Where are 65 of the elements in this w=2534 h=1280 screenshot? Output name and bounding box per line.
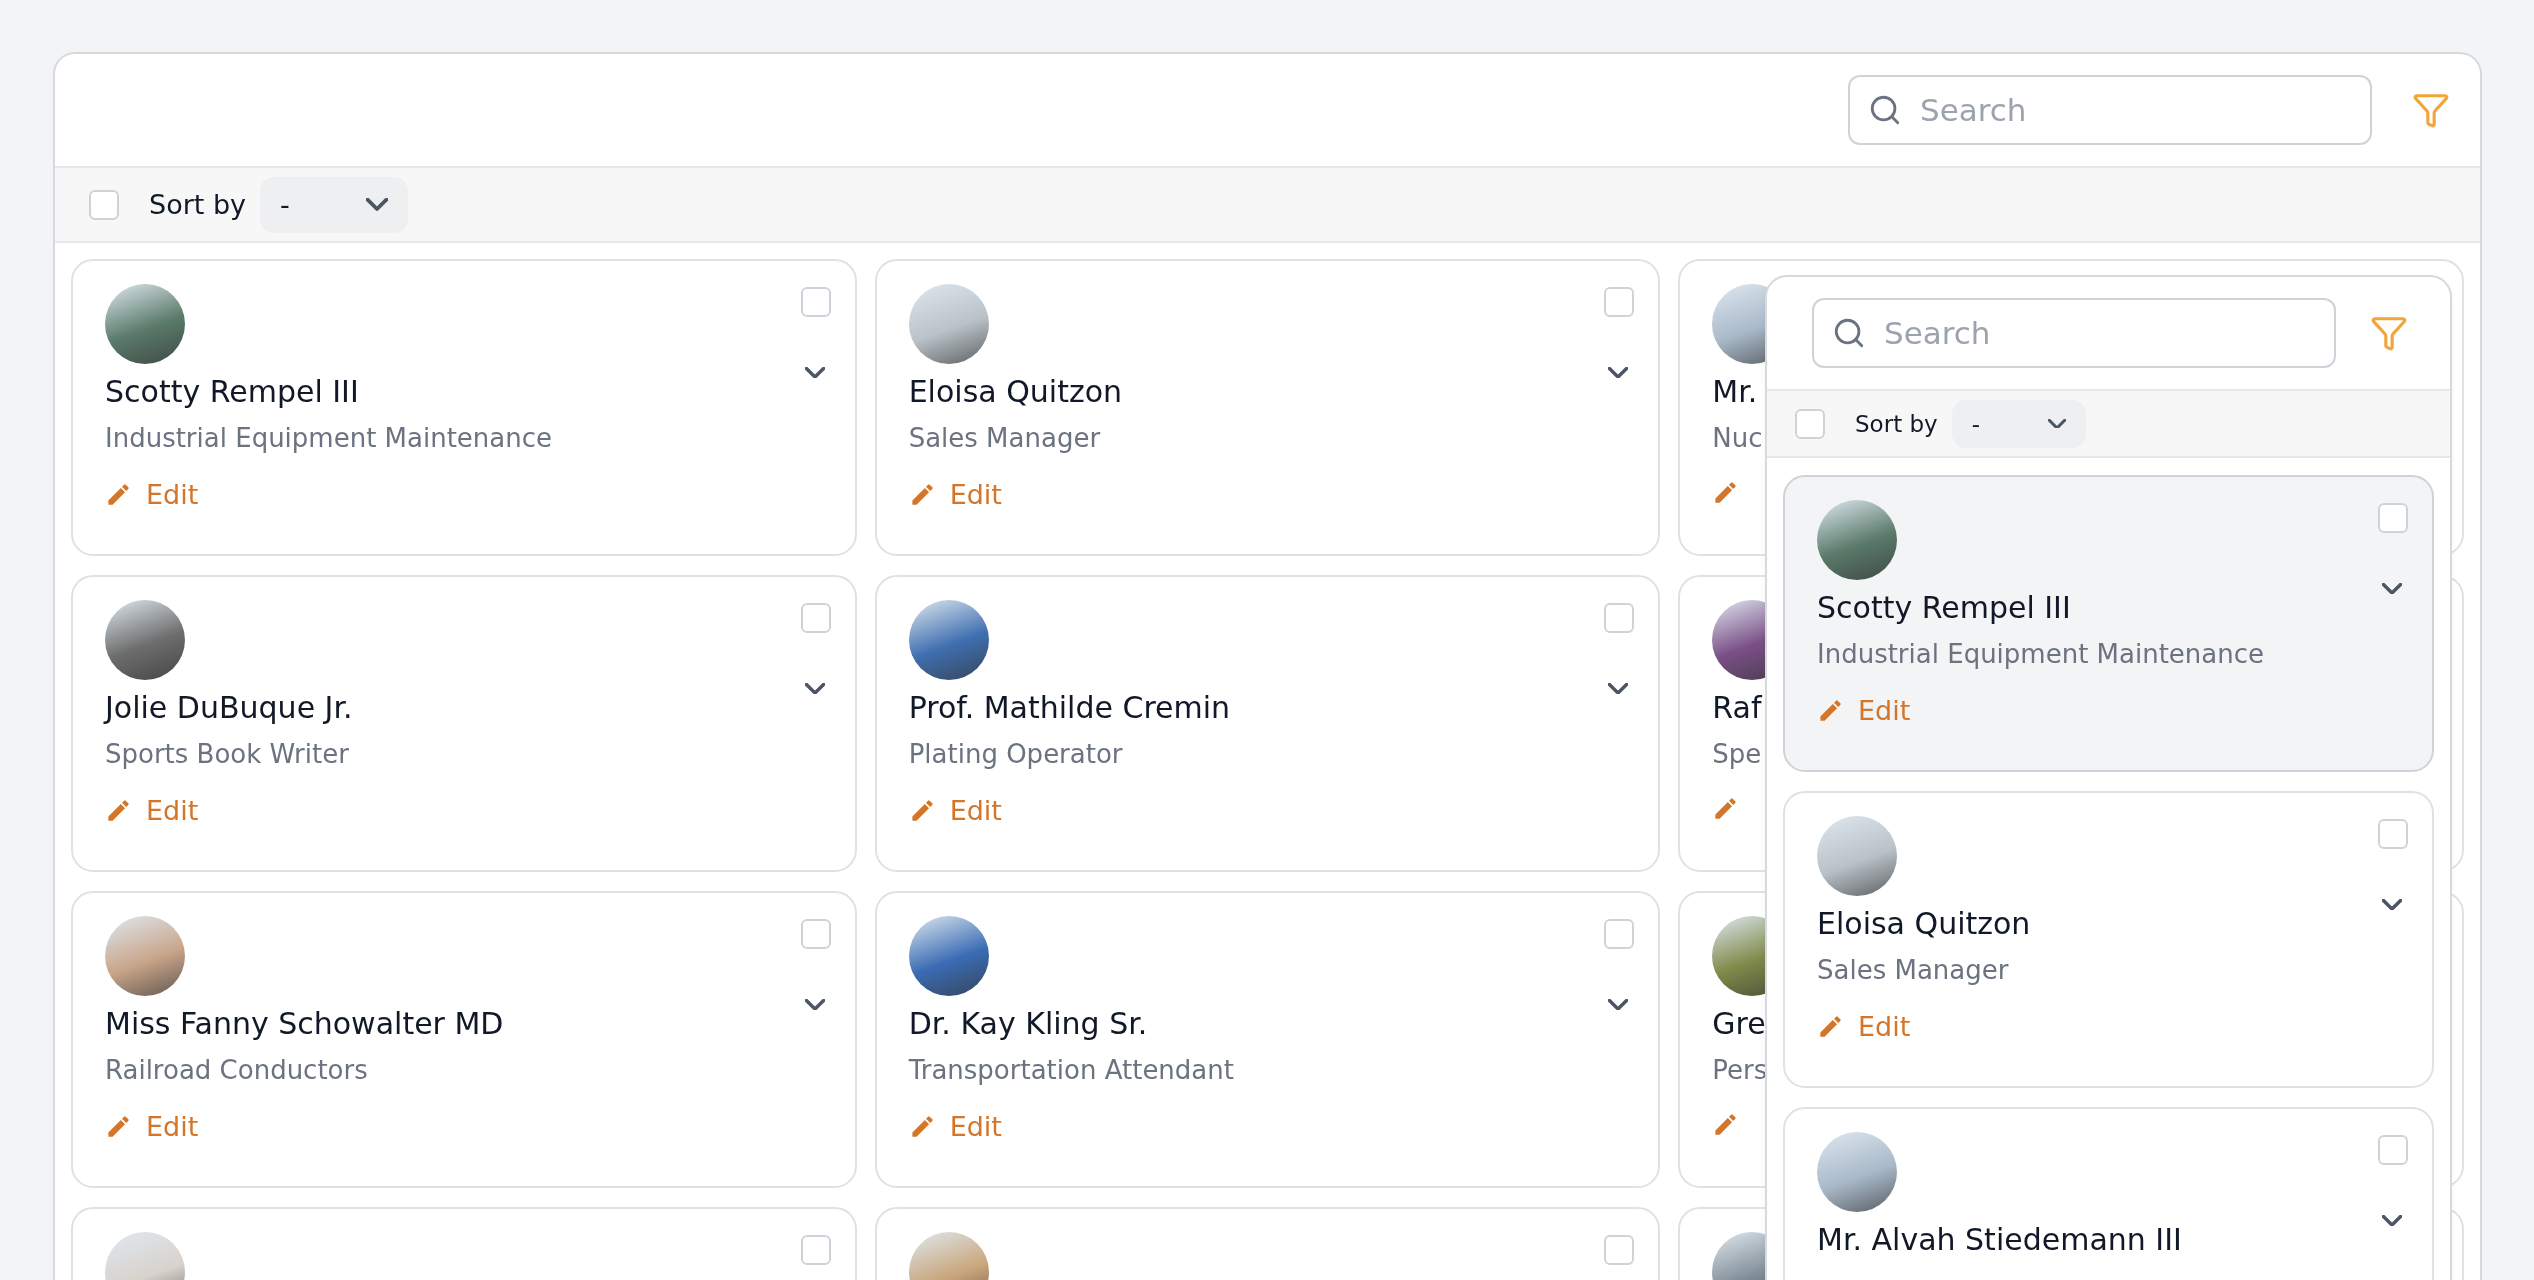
person-name: Eloisa Quitzon [908,374,1123,409]
person-name: Eloisa Quitzon [1817,906,2031,941]
job-title: Pers [1712,1055,1768,1085]
chevron-down-icon [366,198,389,211]
person-name: Scotty Rempel III [105,374,359,409]
sort-select[interactable]: - [1951,399,2086,448]
card-checkbox[interactable] [800,1235,831,1265]
edit-link[interactable]: Edit [908,1111,1002,1142]
chevron-down-icon[interactable] [2382,1215,2402,1226]
edit-link[interactable]: Edit [1817,695,1911,726]
job-title: Industrial Equipment Maintenance [105,423,553,453]
job-title: Sales Manager [908,423,1101,453]
person-name: Miss Fanny Schowalter MD [105,1006,504,1041]
sort-label: Sort by [1855,410,1938,437]
card-checkbox[interactable] [1604,1235,1635,1265]
card-checkbox[interactable] [2378,819,2408,849]
card-checkbox[interactable] [1604,603,1635,633]
edit-link[interactable]: Edit [105,479,199,510]
job-title: Sports Book Writer [105,739,349,769]
filter-icon[interactable] [2412,91,2450,129]
chevron-down-icon[interactable] [1608,999,1629,1010]
select-all-checkbox[interactable] [89,189,119,220]
search-field[interactable]: Search [1812,298,2336,368]
person-name: Dr. Kay Kling Sr. [908,1006,1148,1041]
select-all-checkbox[interactable] [1795,408,1825,439]
card-checkbox[interactable] [1604,919,1635,949]
job-title: Transportation Attendant [908,1055,1234,1085]
sort-label: Sort by [149,189,247,220]
person-name: Raf [1712,690,1762,725]
edit-link[interactable]: Edit [908,795,1002,826]
edit-link[interactable]: Edit [105,795,199,826]
chevron-down-icon[interactable] [2382,899,2402,910]
edit-link[interactable]: Edit [1817,1011,1911,1042]
chevron-down-icon[interactable] [1608,367,1629,378]
person-name: Scotty Rempel III [1817,590,2071,625]
job-title: Plating Operator [908,739,1123,769]
person-name: Mr. Alvah Stiedemann III [1817,1222,2182,1257]
job-title: Industrial Equipment Maintenance [1817,639,2265,669]
person-name: Mr. [1712,374,1758,409]
person-name: Prof. Mathilde Cremin [908,690,1231,725]
card-checkbox[interactable] [800,287,831,317]
chevron-down-icon[interactable] [804,683,825,694]
job-title: Railroad Conductors [105,1055,368,1085]
search-icon [1868,93,1902,127]
edit-link[interactable]: Edit [908,479,1002,510]
person-name: Jolie DuBuque Jr. [105,690,353,725]
card-checkbox[interactable] [1604,287,1635,317]
card-checkbox[interactable] [2378,1135,2408,1165]
filter-icon[interactable] [2370,314,2408,352]
chevron-down-icon[interactable] [804,367,825,378]
job-title: Spe [1712,739,1762,769]
card-checkbox[interactable] [800,919,831,949]
person-name: Gre [1712,1006,1766,1041]
chevron-down-icon [2047,418,2066,429]
edit-link[interactable]: Edit [105,1111,199,1142]
job-title: Sales Manager [1817,955,2009,985]
sort-select[interactable]: - [260,176,409,233]
search-field[interactable]: Search [1848,75,2372,145]
chevron-down-icon[interactable] [1608,683,1629,694]
chevron-down-icon[interactable] [2382,583,2402,594]
card-checkbox[interactable] [2378,503,2408,533]
card-checkbox[interactable] [800,603,831,633]
search-icon [1832,316,1866,350]
job-title: Nuc [1712,423,1763,453]
chevron-down-icon[interactable] [804,999,825,1010]
